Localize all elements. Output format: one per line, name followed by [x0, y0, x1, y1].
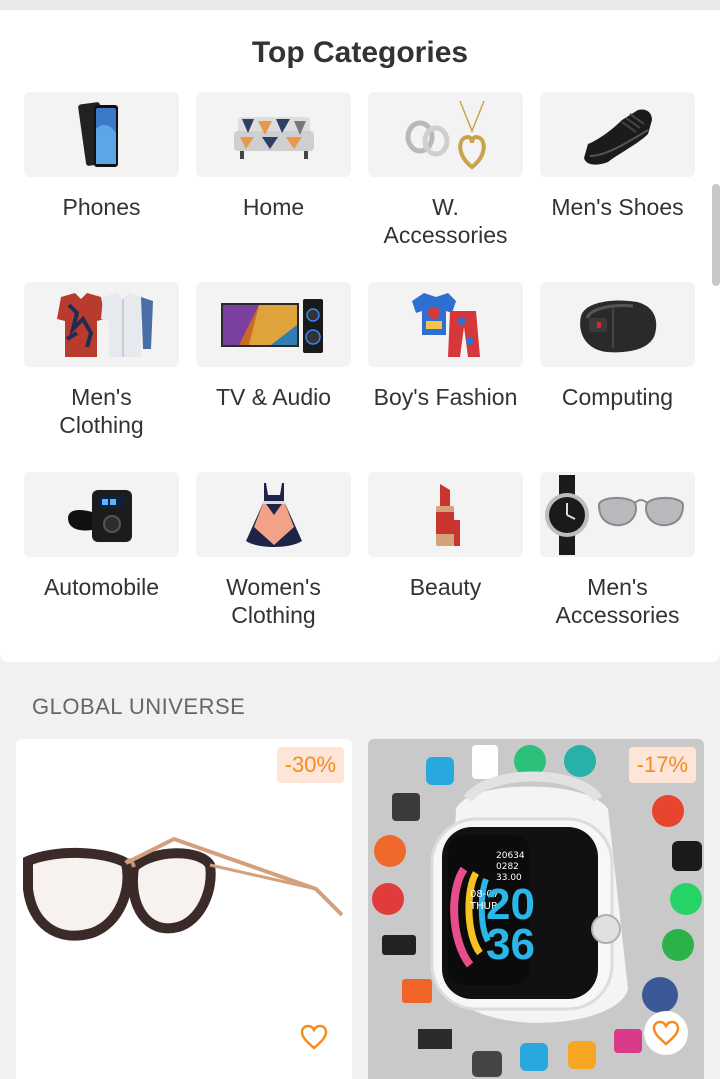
- category-mens-shoes[interactable]: Men's Shoes: [540, 92, 695, 282]
- category-home[interactable]: Home: [196, 92, 351, 282]
- category-mens-clothing[interactable]: Men's Clothing: [24, 282, 179, 472]
- pajamas-icon: [411, 292, 480, 357]
- sofa-icon: [233, 116, 314, 159]
- category-label: Beauty: [409, 574, 482, 600]
- category-label: TV & Audio: [215, 384, 332, 410]
- product-card[interactable]: 08-07 THUR 20634 0282 33.00 20 36 -17%: [368, 739, 704, 1079]
- watch-sunglasses-icon: [544, 474, 684, 555]
- category-thumb: [196, 92, 351, 177]
- heart-icon: [300, 1024, 328, 1050]
- category-computing[interactable]: Computing: [540, 282, 695, 472]
- category-tv-audio[interactable]: TV & Audio: [196, 282, 351, 472]
- category-thumb: [540, 472, 695, 557]
- favorite-button[interactable]: [644, 1011, 688, 1055]
- category-label: Men's Accessories: [555, 574, 680, 628]
- category-label: Men's Clothing: [59, 384, 144, 438]
- car-charger-icon: [67, 489, 132, 542]
- favorite-button[interactable]: [292, 1015, 336, 1059]
- category-label: Automobile: [43, 574, 160, 600]
- rings-icon: [405, 100, 486, 170]
- category-thumb: [368, 92, 523, 177]
- shirts-icon: [56, 292, 153, 357]
- watch-time: 20 36: [486, 880, 535, 969]
- category-label: Computing: [561, 384, 674, 410]
- category-beauty[interactable]: Beauty: [368, 472, 523, 662]
- category-thumb: [540, 282, 695, 367]
- phone-icon: [77, 101, 118, 167]
- lipstick-icon: [435, 483, 460, 546]
- top-strip: [0, 0, 720, 10]
- discount-badge: -30%: [276, 747, 344, 783]
- category-label: Home: [242, 194, 305, 220]
- discount-badge: -17%: [628, 747, 696, 783]
- category-phones[interactable]: Phones: [24, 92, 179, 282]
- category-thumb: [196, 282, 351, 367]
- category-boys-fashion[interactable]: Boy's Fashion: [368, 282, 523, 472]
- shoe-icon: [583, 108, 652, 165]
- category-thumb: [540, 92, 695, 177]
- category-label: Phones: [62, 194, 141, 220]
- category-label: Women's Clothing: [226, 574, 321, 628]
- scrollbar-thumb[interactable]: [712, 184, 720, 286]
- section-title: GLOBAL UNIVERSE: [32, 694, 246, 719]
- section-title: Top Categories: [251, 36, 469, 69]
- category-label: Boy's Fashion: [373, 384, 518, 410]
- category-thumb: [24, 92, 179, 177]
- category-thumb: [24, 472, 179, 557]
- dress-icon: [245, 482, 302, 547]
- category-automobile[interactable]: Automobile: [24, 472, 179, 662]
- category-label: Men's Shoes: [551, 194, 684, 220]
- heart-icon: [652, 1020, 680, 1046]
- category-mens-accessories[interactable]: Men's Accessories: [540, 472, 695, 662]
- category-thumb: [368, 472, 523, 557]
- category-thumb: [24, 282, 179, 367]
- category-label: W. Accessories: [383, 194, 508, 248]
- top-categories-section: Top Categories Phones Home W. Accessorie…: [0, 10, 720, 662]
- tv-speaker-icon: [220, 298, 323, 353]
- mouse-icon: [579, 300, 656, 352]
- category-w-accessories[interactable]: W. Accessories: [368, 92, 523, 282]
- category-thumb: [368, 282, 523, 367]
- category-womens-clothing[interactable]: Women's Clothing: [196, 472, 351, 662]
- product-card[interactable]: -30%: [16, 739, 352, 1079]
- category-thumb: [196, 472, 351, 557]
- category-grid: Phones Home W. Accessories Men's Shoes M…: [24, 92, 696, 662]
